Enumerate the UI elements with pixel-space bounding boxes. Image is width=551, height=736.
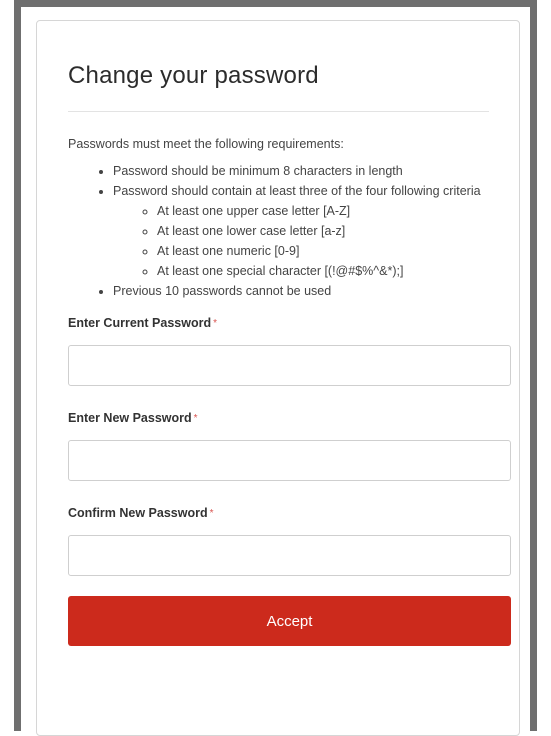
page-title: Change your password — [68, 62, 319, 89]
confirm-password-label-text: Confirm New Password — [68, 506, 208, 520]
current-password-input[interactable] — [68, 345, 511, 386]
requirements-list: Password should be minimum 8 characters … — [68, 161, 489, 301]
current-password-field: Enter Current Password * — [68, 315, 511, 386]
title-divider — [68, 111, 489, 112]
criteria-lowercase: At least one lower case letter [a-z] — [157, 221, 489, 241]
change-password-card: Change your password Passwords must meet… — [36, 20, 520, 736]
requirement-history: Previous 10 passwords cannot be used — [113, 281, 489, 301]
confirm-password-input[interactable] — [68, 535, 511, 576]
accept-button[interactable]: Accept — [68, 596, 511, 646]
confirm-password-field: Confirm New Password * — [68, 505, 511, 576]
window-frame: Change your password Passwords must meet… — [14, 0, 537, 736]
requirement-criteria: Password should contain at least three o… — [113, 181, 489, 281]
criteria-special: At least one special character [(!@#$%^&… — [157, 261, 489, 281]
new-password-label: Enter New Password * — [68, 410, 489, 427]
required-marker: * — [209, 508, 214, 519]
current-password-label: Enter Current Password * — [68, 315, 489, 332]
current-password-label-text: Enter Current Password — [68, 316, 212, 330]
requirement-min-length: Password should be minimum 8 characters … — [113, 161, 489, 181]
criteria-numeric: At least one numeric [0-9] — [157, 241, 489, 261]
confirm-password-label: Confirm New Password * — [68, 505, 489, 522]
new-password-label-text: Enter New Password — [68, 411, 192, 425]
required-marker: * — [193, 413, 198, 424]
new-password-input[interactable] — [68, 440, 511, 481]
new-password-field: Enter New Password * — [68, 410, 511, 481]
criteria-list: At least one upper case letter [A-Z] At … — [113, 201, 489, 281]
criteria-uppercase: At least one upper case letter [A-Z] — [157, 201, 489, 221]
requirement-criteria-text: Password should contain at least three o… — [113, 184, 481, 198]
required-marker: * — [213, 318, 217, 329]
requirements-intro: Passwords must meet the following requir… — [68, 137, 344, 151]
